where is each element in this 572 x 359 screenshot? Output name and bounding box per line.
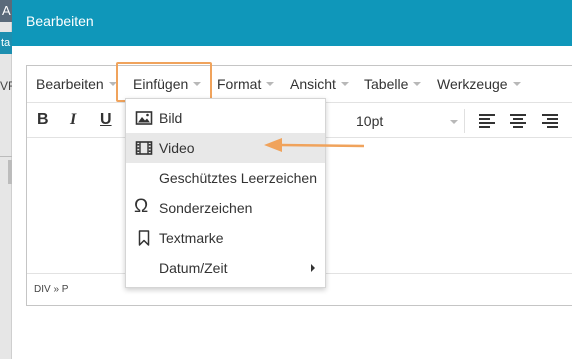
menu-item-datum-zeit[interactable]: Datum/Zeit (126, 253, 325, 283)
background-tab-active: ta (0, 32, 12, 54)
menu-item-bild[interactable]: Bild (126, 103, 325, 133)
menu-label: Werkzeuge (437, 76, 508, 92)
menu-label: Bearbeiten (36, 76, 104, 92)
chevron-down-icon (266, 82, 275, 87)
menu-item-label: Textmarke (159, 230, 224, 246)
chevron-down-icon (450, 120, 458, 124)
editor-menubar: Bearbeiten Einfügen Format Ansicht Tabel… (27, 66, 572, 102)
insert-dropdown-menu: Bild Video Geschütztes Leerzeichen Ω Son… (125, 98, 326, 288)
bookmark-icon (138, 230, 150, 246)
einfuegen-highlight-box (116, 62, 212, 102)
menu-item-sonderzeichen[interactable]: Ω Sonderzeichen (126, 193, 325, 223)
menu-werkzeuge[interactable]: Werkzeuge (437, 76, 521, 92)
annotation-arrow-icon (264, 138, 365, 152)
menu-ansicht[interactable]: Ansicht (290, 76, 349, 92)
element-path[interactable]: DIV » P (34, 284, 68, 295)
underline-button[interactable]: U (100, 111, 112, 129)
dialog-header: Bearbeiten (12, 0, 572, 46)
omega-icon: Ω (134, 196, 149, 217)
font-size-select[interactable]: 10pt (356, 113, 383, 129)
menu-tabelle[interactable]: Tabelle (364, 76, 422, 92)
menu-item-label: Bild (159, 110, 183, 126)
menu-item-label: Video (159, 140, 195, 156)
chevron-right-icon (311, 264, 315, 272)
film-icon (135, 141, 153, 155)
toolbar-separator (464, 109, 465, 133)
align-left-icon[interactable] (479, 114, 495, 128)
menu-item-textmarke[interactable]: Textmarke (126, 223, 325, 253)
menu-item-geschuetztes-leerzeichen[interactable]: Geschütztes Leerzeichen (126, 163, 325, 193)
background-tab: A (0, 0, 12, 22)
chevron-down-icon (413, 82, 422, 87)
menu-bearbeiten[interactable]: Bearbeiten (36, 76, 117, 92)
background-divider (0, 156, 12, 157)
dialog-title: Bearbeiten (26, 13, 94, 29)
bold-button[interactable]: B (37, 111, 49, 129)
menu-format[interactable]: Format (217, 76, 275, 92)
chevron-down-icon (340, 82, 349, 87)
image-icon (135, 111, 153, 125)
align-right-icon[interactable] (542, 114, 558, 128)
italic-button[interactable]: I (70, 111, 76, 129)
menu-item-label: Datum/Zeit (159, 260, 228, 276)
menu-label: Tabelle (364, 76, 409, 92)
menu-item-label: Sonderzeichen (159, 200, 253, 216)
chevron-down-icon (512, 82, 521, 87)
menu-label: Format (217, 76, 262, 92)
background-label: VF (0, 79, 12, 93)
align-center-icon[interactable] (510, 114, 526, 128)
menu-label: Ansicht (290, 76, 336, 92)
menu-item-label: Geschütztes Leerzeichen (159, 170, 317, 186)
